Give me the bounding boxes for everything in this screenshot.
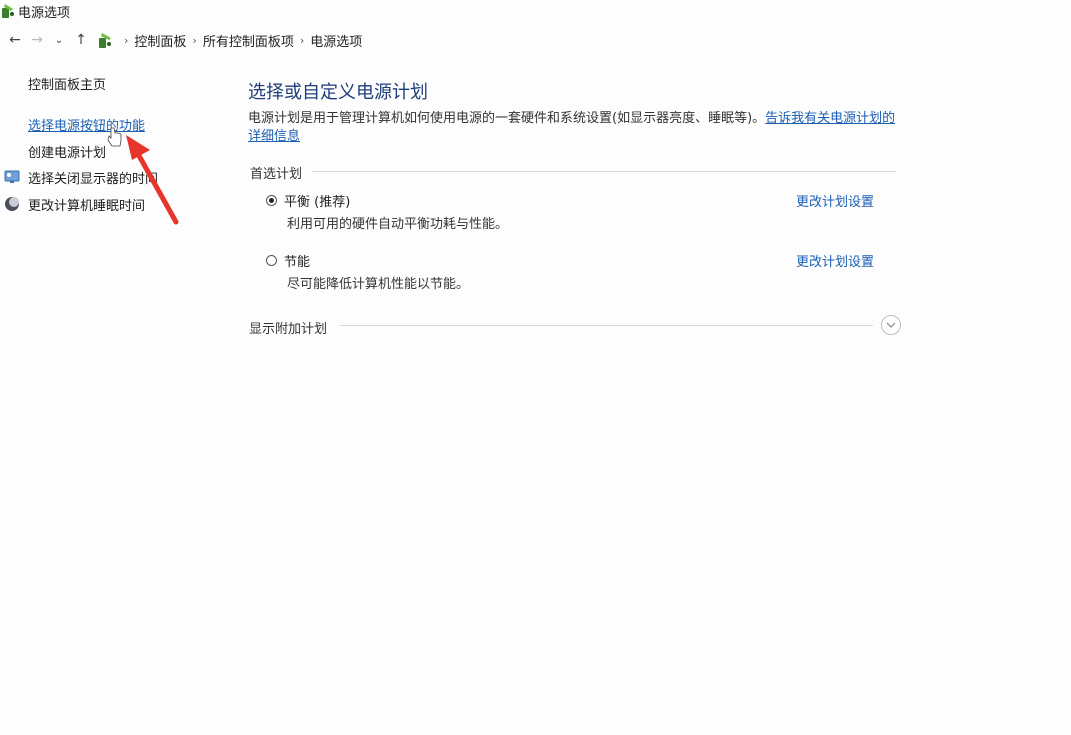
forward-arrow-icon[interactable]: → xyxy=(26,29,48,51)
breadcrumb-separator-icon: › xyxy=(299,33,305,47)
window-title: 电源选项 xyxy=(18,5,71,21)
address-bar: ← → ⌄ ↑ › 控制面板 › 所有控制面板项 › 电源选项 xyxy=(0,28,1071,52)
breadcrumb-separator-icon: › xyxy=(192,33,197,47)
preferred-plans-divider xyxy=(312,171,896,172)
additional-plans-label[interactable]: 显示附加计划 xyxy=(249,318,327,337)
control-panel-icon xyxy=(99,33,111,48)
sidebar-item-create-plan[interactable]: 创建电源计划 xyxy=(28,142,106,161)
description-text: 电源计划是用于管理计算机如何使用电源的一套硬件和系统设置(如显示器亮度、睡眠等)… xyxy=(248,111,766,126)
plan-power-saver-name[interactable]: 节能 xyxy=(284,251,310,270)
plan-power-saver-radio[interactable] xyxy=(266,255,277,266)
page-title: 选择或自定义电源计划 xyxy=(248,82,428,103)
up-arrow-icon[interactable]: ↑ xyxy=(70,29,92,51)
sidebar-item-power-button[interactable]: 选择电源按钮的功能 xyxy=(28,115,145,134)
expand-chevron-down-icon[interactable] xyxy=(881,315,901,335)
back-arrow-icon[interactable]: ← xyxy=(4,29,26,51)
monitor-icon xyxy=(4,170,20,183)
plan-power-saver-desc: 尽可能降低计算机性能以节能。 xyxy=(287,277,470,292)
chevron-down-icon xyxy=(886,322,896,328)
plan-balanced-radio[interactable] xyxy=(266,195,277,206)
sidebar-home-link[interactable]: 控制面板主页 xyxy=(28,74,106,93)
breadcrumb-control-panel[interactable]: 控制面板 xyxy=(134,31,186,50)
plan-balanced-name[interactable]: 平衡 (推荐) xyxy=(284,191,350,210)
additional-plans-divider xyxy=(340,325,873,326)
breadcrumb-separator-icon: › xyxy=(124,33,129,47)
power-options-icon xyxy=(2,4,14,18)
sidebar-item-display-off[interactable]: 选择关闭显示器的时间 xyxy=(28,168,158,187)
moon-icon xyxy=(5,197,19,211)
preferred-plans-label: 首选计划 xyxy=(250,167,303,182)
window-titlebar: 电源选项 xyxy=(0,0,1071,22)
recent-chevron-down-icon[interactable]: ⌄ xyxy=(48,29,70,51)
breadcrumb-all-items[interactable]: 所有控制面板项 xyxy=(203,31,294,50)
plan-balanced-settings-link[interactable]: 更改计划设置 xyxy=(796,191,874,210)
plan-power-saver-settings-link[interactable]: 更改计划设置 xyxy=(796,251,874,270)
plan-balanced-desc: 利用可用的硬件自动平衡功耗与性能。 xyxy=(287,217,509,232)
page-description: 电源计划是用于管理计算机如何使用电源的一套硬件和系统设置(如显示器亮度、睡眠等)… xyxy=(248,110,903,146)
breadcrumb-power-options[interactable]: 电源选项 xyxy=(310,31,362,50)
sidebar-item-sleep-time[interactable]: 更改计算机睡眠时间 xyxy=(28,195,145,214)
